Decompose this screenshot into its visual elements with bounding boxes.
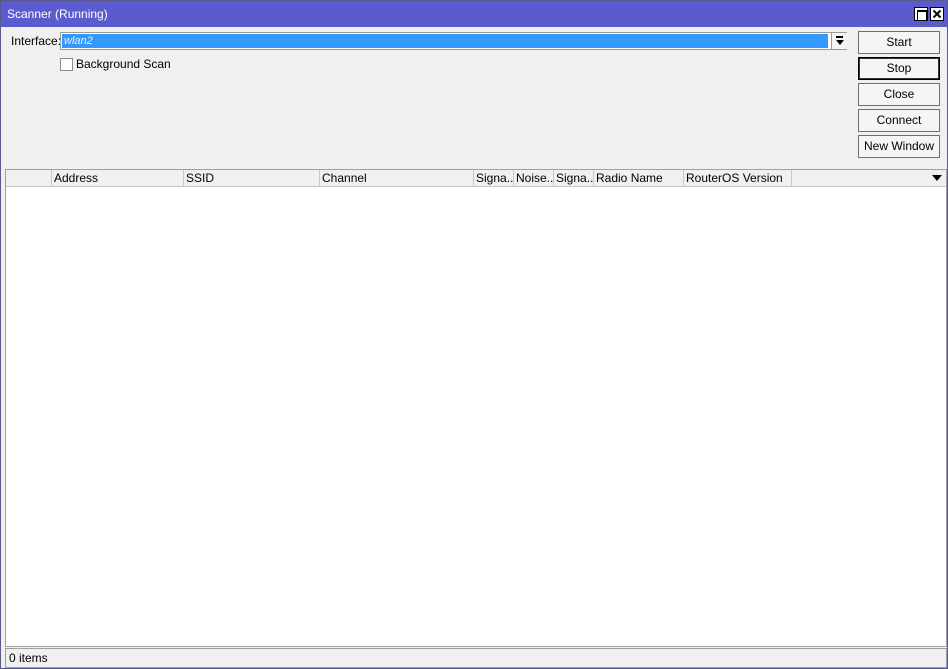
scanner-window: Scanner (Running) Interface: wlan2 Backg… bbox=[0, 0, 948, 669]
column-header-channel[interactable]: Channel bbox=[320, 170, 474, 187]
column-header-flags[interactable] bbox=[6, 170, 52, 187]
new-window-button[interactable]: New Window bbox=[858, 135, 940, 158]
dropdown-arrow-icon[interactable] bbox=[831, 33, 847, 49]
column-header-address[interactable]: Address bbox=[52, 170, 184, 187]
table-header: Address SSID Channel Signa... Noise... S… bbox=[6, 170, 946, 187]
close-icon[interactable] bbox=[930, 7, 944, 21]
column-header-radio-name[interactable]: Radio Name bbox=[594, 170, 684, 187]
column-header-noise-floor[interactable]: Noise... bbox=[514, 170, 554, 187]
scan-results-table[interactable]: Address SSID Channel Signa... Noise... S… bbox=[5, 169, 947, 647]
interface-select[interactable]: wlan2 bbox=[60, 32, 847, 50]
maximize-icon[interactable] bbox=[914, 7, 928, 21]
title-bar[interactable]: Scanner (Running) bbox=[1, 1, 947, 27]
status-bar: 0 items bbox=[5, 648, 947, 668]
column-header-signal-strength[interactable]: Signa... bbox=[474, 170, 514, 187]
background-scan-label: Background Scan bbox=[76, 57, 171, 71]
close-button[interactable]: Close bbox=[858, 83, 940, 106]
column-header-routeros-version[interactable]: RouterOS Version bbox=[684, 170, 792, 187]
background-scan-checkbox[interactable] bbox=[60, 58, 73, 71]
window-title: Scanner (Running) bbox=[7, 7, 108, 21]
column-header-signal-to-noise[interactable]: Signa... bbox=[554, 170, 594, 187]
start-button[interactable]: Start bbox=[858, 31, 940, 54]
stop-button[interactable]: Stop bbox=[858, 57, 940, 80]
column-menu-icon[interactable] bbox=[932, 175, 942, 181]
connect-button[interactable]: Connect bbox=[858, 109, 940, 132]
interface-value[interactable]: wlan2 bbox=[62, 34, 828, 48]
column-header-ssid[interactable]: SSID bbox=[184, 170, 320, 187]
item-count: 0 items bbox=[9, 651, 48, 665]
interface-label: Interface: bbox=[11, 34, 62, 48]
